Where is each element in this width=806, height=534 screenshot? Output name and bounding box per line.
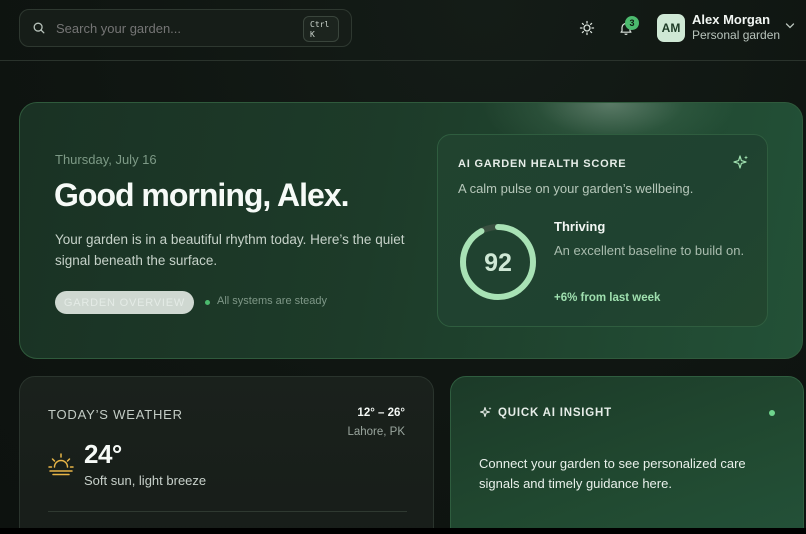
weather-temperature: 24° (84, 439, 122, 469)
notification-badge: 3 (625, 16, 639, 30)
avatar[interactable]: AM (657, 14, 685, 42)
status-dot (205, 300, 210, 305)
health-trend: +6% from last week (554, 292, 661, 304)
health-score-title: AI GARDEN HEALTH SCORE (458, 158, 627, 170)
shortcut-key-k: K (310, 30, 315, 39)
date-label: Thursday, July 16 (55, 152, 157, 167)
health-score-ring: 92 (460, 224, 536, 300)
theme-toggle-button[interactable] (576, 17, 598, 39)
sparkle-icon (733, 155, 748, 169)
sunrise-icon (48, 453, 74, 476)
status-text: All systems are steady (217, 295, 328, 307)
user-subtitle: Personal garden (692, 28, 781, 42)
weather-card: TODAY’S WEATHER 12° – 26° Lahore, PK 24°… (19, 376, 434, 534)
weather-condition: Soft sun, light breeze (84, 473, 207, 488)
health-score-card: AI GARDEN HEALTH SCORE A calm pulse on y… (437, 134, 768, 327)
sun-icon (579, 20, 595, 36)
quick-insight-card: QUICK AI INSIGHT Connect your garden to … (450, 376, 804, 534)
search-icon (33, 22, 45, 34)
user-name[interactable]: Alex Morgan (692, 12, 770, 27)
weather-temperature-range: 12° – 26° (357, 407, 405, 419)
search-input[interactable] (56, 20, 286, 36)
top-bar: Ctrl K 3 AM Alex Morgan P (0, 0, 806, 61)
greeting-heading: Good morning, Alex. (54, 177, 349, 213)
shortcut-key-ctrl: Ctrl (310, 20, 330, 29)
insight-status-dot (769, 410, 775, 416)
health-score-value: 92 (484, 249, 512, 277)
keyboard-shortcut-hint: Ctrl K (303, 16, 339, 42)
app: Ctrl K 3 AM Alex Morgan P (0, 0, 806, 534)
weather-title: TODAY’S WEATHER (48, 407, 183, 422)
health-score-subtitle: A calm pulse on your garden’s wellbeing. (458, 181, 694, 196)
sparkle-icon (479, 406, 492, 418)
garden-overview-button[interactable]: GARDEN OVERVIEW (55, 291, 194, 314)
hero-card: Thursday, July 16 Good morning, Alex. Yo… (19, 102, 803, 359)
quick-insight-text: Connect your garden to see personalized … (479, 456, 746, 491)
search-box[interactable]: Ctrl K (19, 9, 352, 47)
hero-description: Your garden is in a beautiful rhythm tod… (55, 232, 405, 268)
health-status-description: An excellent baseline to build on. (554, 243, 745, 258)
weather-location: Lahore, PK (347, 426, 405, 438)
health-status-title: Thriving (554, 219, 606, 234)
quick-insight-title: QUICK AI INSIGHT (498, 407, 612, 419)
chevron-down-icon[interactable] (785, 22, 795, 30)
weather-divider (48, 511, 407, 512)
bottom-edge (0, 528, 806, 534)
